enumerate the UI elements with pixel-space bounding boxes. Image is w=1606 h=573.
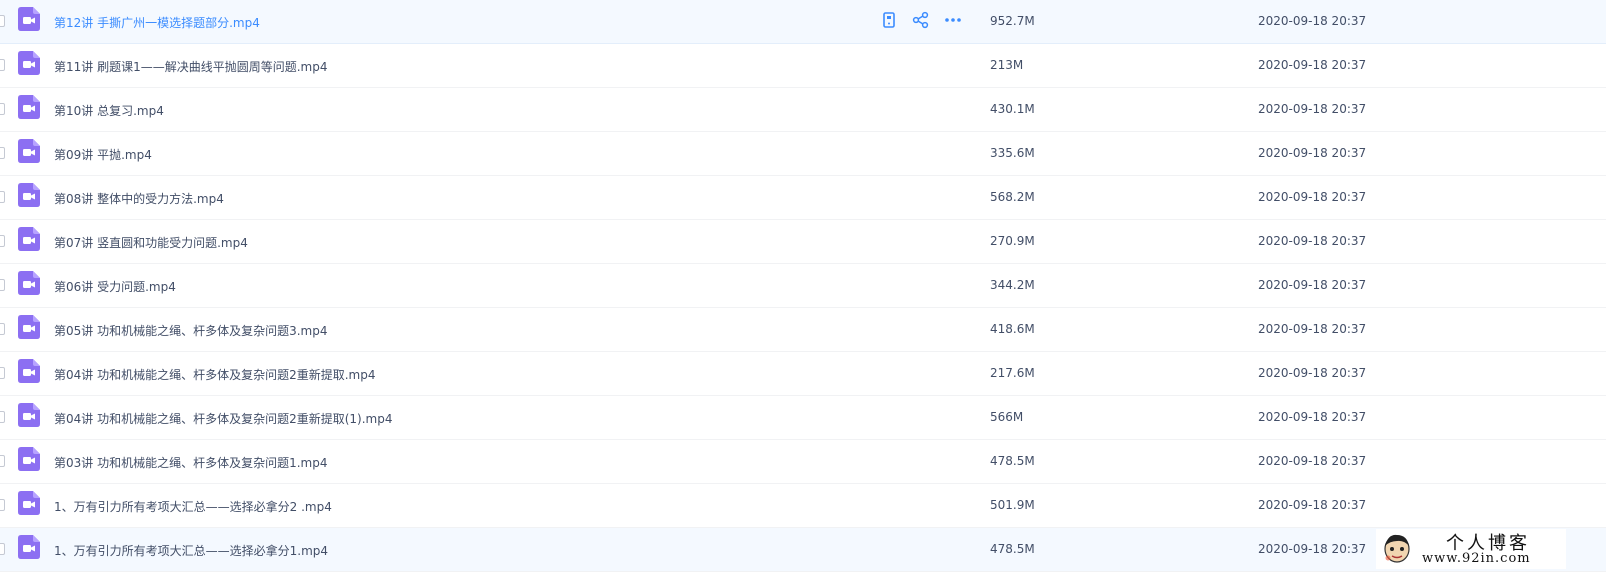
file-row[interactable]: 第11讲 刷题课1——解决曲线平抛圆周等问题.mp4 213M 2020-09-… (0, 44, 1606, 88)
video-file-icon (18, 51, 40, 75)
file-name[interactable]: 第03讲 功和机械能之绳、杆多体及复杂问题1.mp4 (54, 454, 327, 471)
row-checkbox[interactable] (0, 455, 5, 467)
file-name[interactable]: 第06讲 受力问题.mp4 (54, 278, 176, 295)
more-icon[interactable] (944, 11, 962, 29)
file-modified-date: 2020-09-18 20:37 (1258, 146, 1367, 160)
file-name[interactable]: 第09讲 平抛.mp4 (54, 146, 152, 163)
file-size: 217.6M (990, 366, 1035, 380)
row-checkbox[interactable] (0, 191, 5, 203)
video-file-icon (18, 315, 40, 339)
file-size: 270.9M (990, 234, 1035, 248)
watermark: 个人博客 www.92in.com (1376, 529, 1566, 569)
file-size: 418.6M (990, 322, 1035, 336)
file-modified-date: 2020-09-18 20:37 (1258, 322, 1367, 336)
file-name[interactable]: 第12讲 手撕广州一模选择题部分.mp4 (54, 14, 260, 31)
file-name[interactable]: 第05讲 功和机械能之绳、杆多体及复杂问题3.mp4 (54, 322, 327, 339)
video-file-icon (18, 359, 40, 383)
file-name[interactable]: 第04讲 功和机械能之绳、杆多体及复杂问题2重新提取.mp4 (54, 366, 375, 383)
video-file-icon (18, 403, 40, 427)
row-checkbox[interactable] (0, 147, 5, 159)
file-modified-date: 2020-09-18 20:37 (1258, 190, 1367, 204)
row-checkbox[interactable] (0, 543, 5, 555)
file-row[interactable]: 第12讲 手撕广州一模选择题部分.mp4 952.7M 2020-09-18 2… (0, 0, 1606, 44)
file-name[interactable]: 第10讲 总复习.mp4 (54, 102, 164, 119)
file-row[interactable]: 第04讲 功和机械能之绳、杆多体及复杂问题2重新提取.mp4 217.6M 20… (0, 352, 1606, 396)
video-file-icon (18, 271, 40, 295)
file-name[interactable]: 第04讲 功和机械能之绳、杆多体及复杂问题2重新提取(1).mp4 (54, 410, 392, 427)
row-checkbox[interactable] (0, 323, 5, 335)
phone-icon[interactable] (880, 11, 898, 29)
file-size: 501.9M (990, 498, 1035, 512)
file-size: 478.5M (990, 454, 1035, 468)
file-size: 213M (990, 58, 1024, 72)
file-row[interactable]: 第03讲 功和机械能之绳、杆多体及复杂问题1.mp4 478.5M 2020-0… (0, 440, 1606, 484)
file-modified-date: 2020-09-18 20:37 (1258, 14, 1367, 28)
file-size: 952.7M (990, 14, 1035, 28)
file-modified-date: 2020-09-18 20:37 (1258, 542, 1367, 556)
avatar-logo-icon (1382, 532, 1412, 564)
file-name[interactable]: 第08讲 整体中的受力方法.mp4 (54, 190, 224, 207)
file-modified-date: 2020-09-18 20:37 (1258, 58, 1367, 72)
file-modified-date: 2020-09-18 20:37 (1258, 410, 1367, 424)
file-row[interactable]: 1、万有引力所有考项大汇总——选择必拿分2 .mp4 501.9M 2020-0… (0, 484, 1606, 528)
file-size: 344.2M (990, 278, 1035, 292)
row-checkbox[interactable] (0, 59, 5, 71)
file-modified-date: 2020-09-18 20:37 (1258, 278, 1367, 292)
file-row[interactable]: 第08讲 整体中的受力方法.mp4 568.2M 2020-09-18 20:3… (0, 176, 1606, 220)
file-size: 430.1M (990, 102, 1035, 116)
file-name[interactable]: 第07讲 竖直圆和功能受力问题.mp4 (54, 234, 248, 251)
file-row[interactable]: 第10讲 总复习.mp4 430.1M 2020-09-18 20:37 (0, 88, 1606, 132)
video-file-icon (18, 7, 40, 31)
row-checkbox[interactable] (0, 367, 5, 379)
row-checkbox[interactable] (0, 15, 5, 27)
share-icon[interactable] (912, 11, 930, 29)
video-file-icon (18, 491, 40, 515)
watermark-url: www.92in.com (1422, 551, 1531, 566)
file-modified-date: 2020-09-18 20:37 (1258, 234, 1367, 248)
video-file-icon (18, 183, 40, 207)
video-file-icon (18, 535, 40, 559)
file-row[interactable]: 第05讲 功和机械能之绳、杆多体及复杂问题3.mp4 418.6M 2020-0… (0, 308, 1606, 352)
file-row[interactable]: 第07讲 竖直圆和功能受力问题.mp4 270.9M 2020-09-18 20… (0, 220, 1606, 264)
video-file-icon (18, 227, 40, 251)
row-checkbox[interactable] (0, 103, 5, 115)
file-modified-date: 2020-09-18 20:37 (1258, 498, 1367, 512)
file-modified-date: 2020-09-18 20:37 (1258, 454, 1367, 468)
row-checkbox[interactable] (0, 411, 5, 423)
row-checkbox[interactable] (0, 279, 5, 291)
file-row[interactable]: 第04讲 功和机械能之绳、杆多体及复杂问题2重新提取(1).mp4 566M 2… (0, 396, 1606, 440)
file-size: 568.2M (990, 190, 1035, 204)
file-name[interactable]: 1、万有引力所有考项大汇总——选择必拿分1.mp4 (54, 542, 328, 559)
file-name[interactable]: 1、万有引力所有考项大汇总——选择必拿分2 .mp4 (54, 498, 332, 515)
file-size: 335.6M (990, 146, 1035, 160)
file-row[interactable]: 第09讲 平抛.mp4 335.6M 2020-09-18 20:37 (0, 132, 1606, 176)
file-row[interactable]: 1、万有引力所有考项大汇总——选择必拿分1.mp4 478.5M 2020-09… (0, 528, 1606, 572)
file-row[interactable]: 第06讲 受力问题.mp4 344.2M 2020-09-18 20:37 (0, 264, 1606, 308)
file-size: 566M (990, 410, 1024, 424)
file-size: 478.5M (990, 542, 1035, 556)
row-checkbox[interactable] (0, 235, 5, 247)
file-modified-date: 2020-09-18 20:37 (1258, 102, 1367, 116)
video-file-icon (18, 139, 40, 163)
video-file-icon (18, 447, 40, 471)
file-list: 第12讲 手撕广州一模选择题部分.mp4 952.7M 2020-09-18 2… (0, 0, 1606, 572)
file-name[interactable]: 第11讲 刷题课1——解决曲线平抛圆周等问题.mp4 (54, 58, 327, 75)
row-checkbox[interactable] (0, 499, 5, 511)
file-modified-date: 2020-09-18 20:37 (1258, 366, 1367, 380)
video-file-icon (18, 95, 40, 119)
